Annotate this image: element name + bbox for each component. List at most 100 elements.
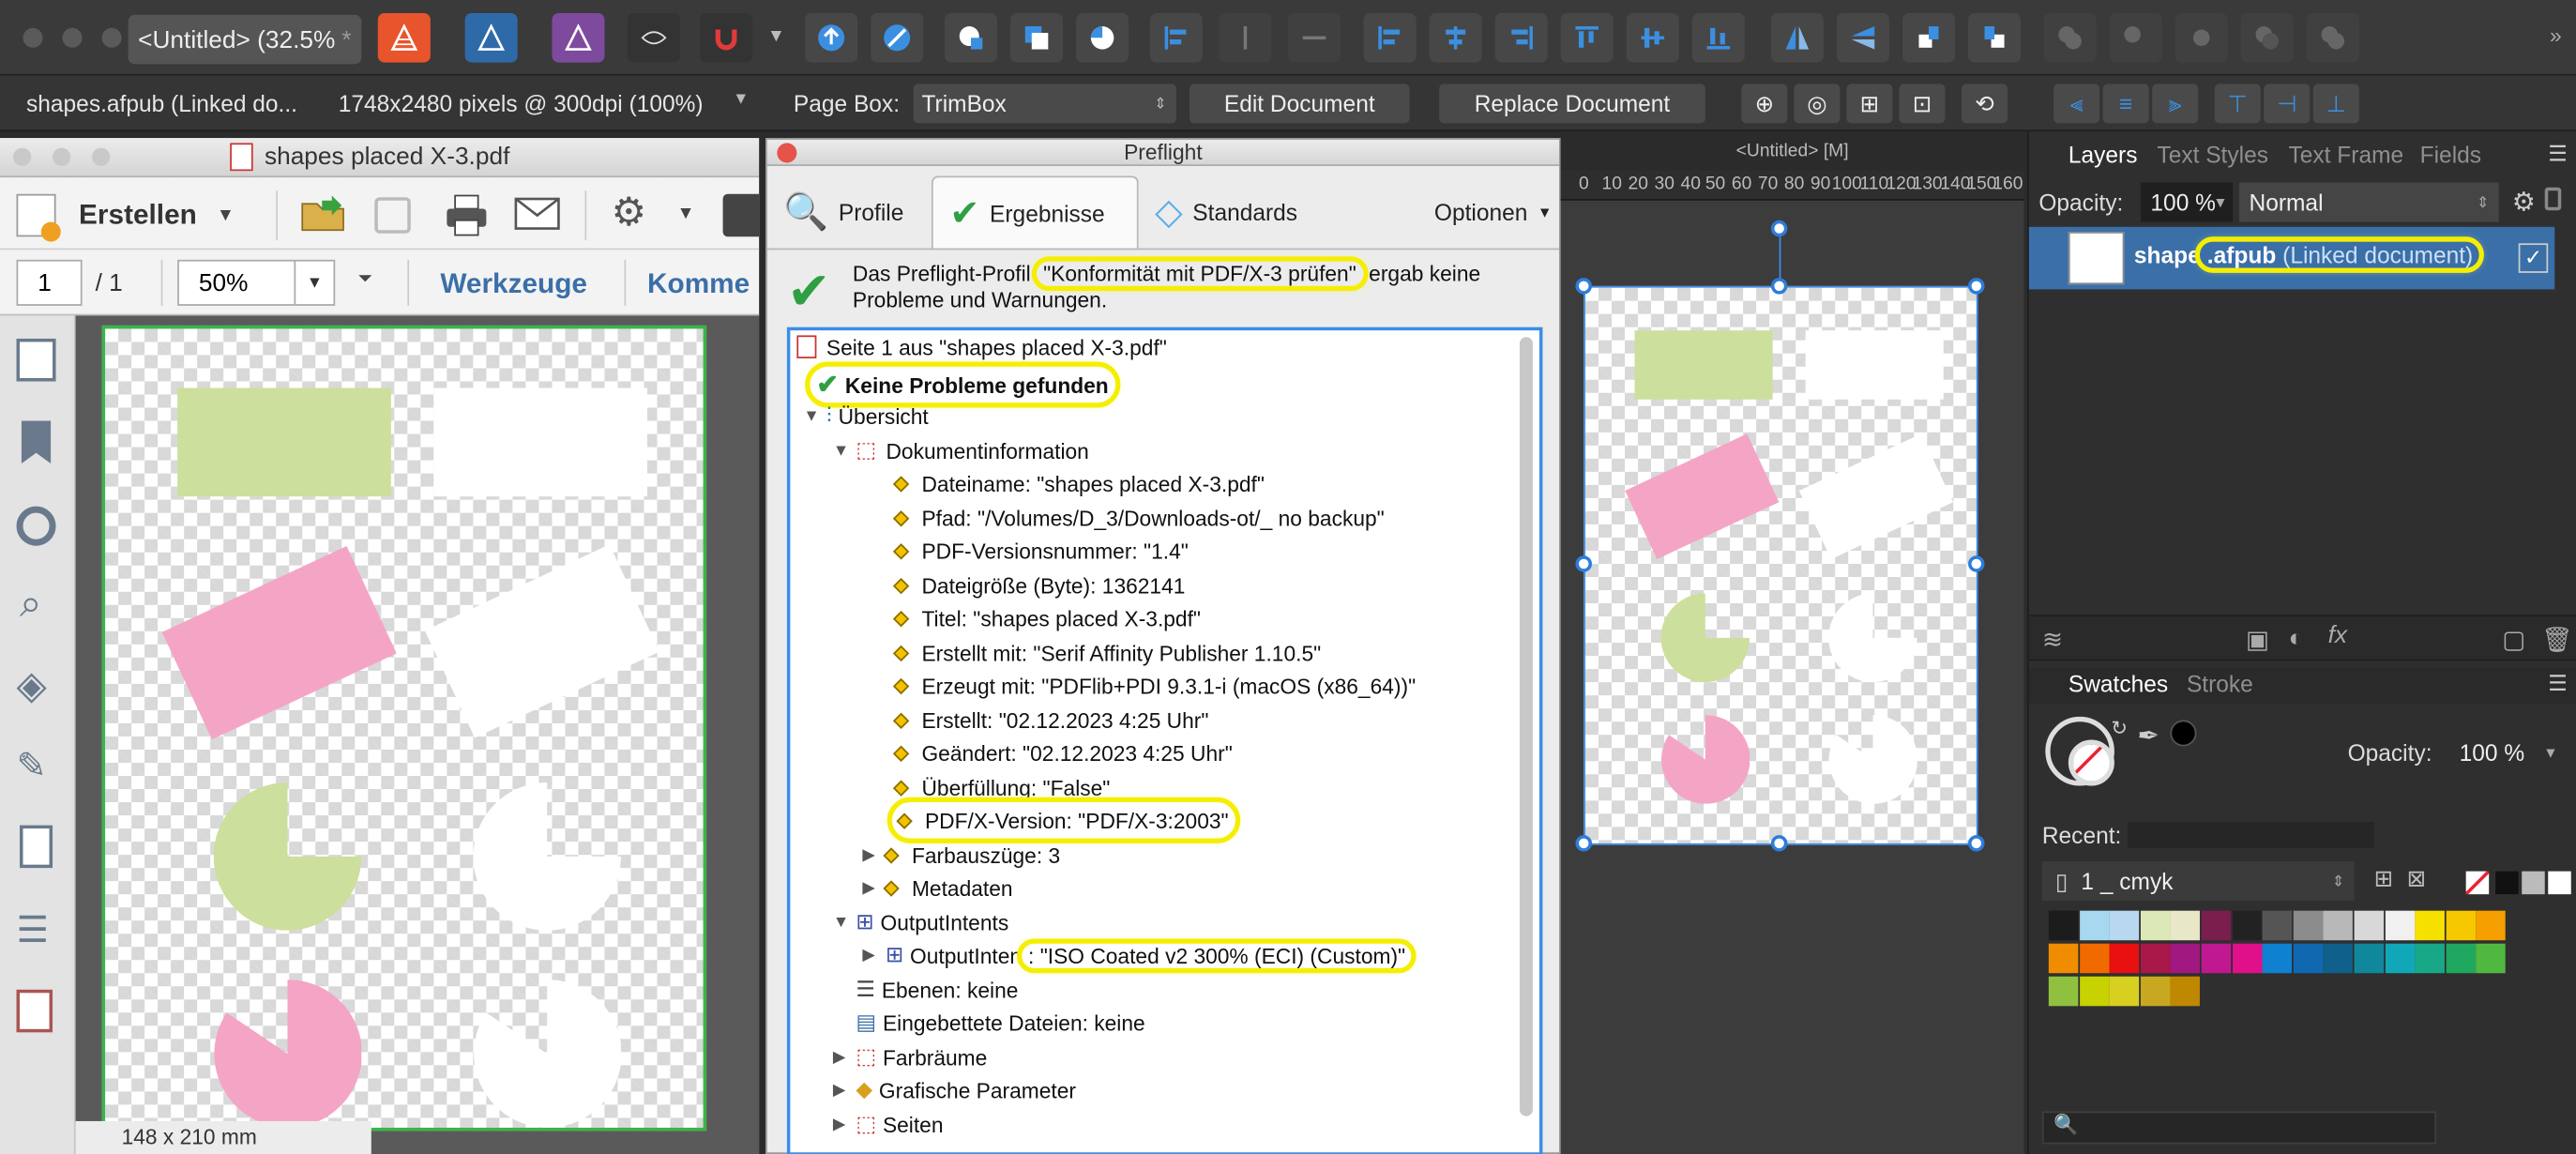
color-swatch[interactable]	[2079, 943, 2109, 974]
tree-item[interactable]: Erstellt mit: "Serif Affinity Publisher …	[892, 636, 1321, 669]
order-tree-icon[interactable]: ☰	[17, 910, 50, 950]
palette-options-icon[interactable]: ⊠	[2407, 865, 2427, 893]
palette-select[interactable]: ▯ 1 _ cmyk ⇕	[2041, 861, 2355, 902]
acrobat-zoom-button[interactable]	[92, 147, 111, 166]
color-swatch[interactable]	[2262, 910, 2293, 941]
color-swatch[interactable]	[2171, 943, 2201, 974]
tree-item[interactable]: Überfüllung: "False"	[892, 771, 1110, 804]
align-bottom-icon[interactable]	[1691, 13, 1745, 63]
edit-document-button[interactable]: Edit Document	[1189, 84, 1410, 124]
color-swatch[interactable]	[2048, 943, 2079, 974]
lock-icon[interactable]	[2544, 187, 2562, 211]
tree-color-spaces[interactable]: ▶ ⬚ Farbräume	[833, 1040, 987, 1073]
ctx-align-top-icon[interactable]: ⊤	[2214, 84, 2261, 124]
color-swatch[interactable]	[2354, 910, 2385, 941]
stroke-color-well[interactable]	[2068, 739, 2114, 786]
layer-visibility-checkbox[interactable]: ✓	[2518, 243, 2549, 273]
page-number-input[interactable]: 1	[16, 259, 83, 306]
tree-pages[interactable]: ▶ ⬚ Seiten	[833, 1108, 944, 1141]
bookmarks-icon[interactable]	[21, 420, 52, 464]
blend-mode-select[interactable]: Normal ⇕	[2238, 182, 2499, 222]
canvas-tab-title[interactable]: <Untitled> [M]	[1560, 131, 2024, 172]
color-swatch[interactable]	[2323, 943, 2354, 974]
color-swatch[interactable]	[2048, 976, 2079, 1007]
overview-expanded-icon[interactable]: ▼	[803, 407, 826, 425]
tree-no-problems[interactable]: ✔ Keine Probleme gefunden	[805, 361, 1120, 408]
adjustment-icon[interactable]: ◐	[2289, 625, 2304, 653]
tab-text-styles[interactable]: Text Styles	[2157, 142, 2268, 168]
pages-collapsed-icon[interactable]: ▶	[833, 1116, 856, 1133]
signatures-icon[interactable]	[16, 506, 56, 546]
view-options-icon[interactable]: ⏷	[358, 269, 372, 291]
swatch-search-input[interactable]: 🔍	[2041, 1111, 2437, 1145]
tree-output-intent[interactable]: ▶ ⊞ OutputInten: "ISO Coated v2 300% (ECI)…	[862, 937, 1417, 973]
ctx-align-left-icon[interactable]: ⫷	[2053, 84, 2100, 124]
color-swatch[interactable]	[2140, 943, 2171, 974]
ctx-align-right-icon[interactable]: ⫸	[2152, 84, 2199, 124]
tree-item[interactable]: Geändert: "02.12.2023 4:25 Uhr"	[892, 736, 1233, 769]
insert-frame-icon[interactable]	[1010, 13, 1064, 63]
color-swatch[interactable]	[2476, 910, 2507, 941]
doc-info-expanded-icon[interactable]: ▼	[833, 441, 856, 459]
layers-opacity-field[interactable]: 100 % ▼	[2140, 182, 2233, 222]
page-thumbnails-icon[interactable]	[16, 338, 56, 382]
color-swatch[interactable]	[2446, 943, 2476, 974]
output-intent-collapsed-icon[interactable]: ▶	[862, 946, 886, 964]
add-layer-icon[interactable]: ▢	[2502, 625, 2525, 655]
color-swatch[interactable]	[2232, 943, 2262, 974]
resize-handle[interactable]	[1770, 278, 1788, 295]
tree-doc-info[interactable]: ▼ ⬚ Dokumentinformation	[833, 434, 1089, 467]
reset-icon[interactable]: ⟲	[1962, 84, 2008, 124]
layer-stack-icon[interactable]: ≋	[2042, 625, 2063, 655]
rotate-left-icon[interactable]	[1902, 13, 1956, 63]
boolean-xor-icon[interactable]	[2240, 13, 2294, 63]
color-swatch[interactable]	[2415, 943, 2446, 974]
tab-text-frame[interactable]: Text Frame	[2289, 142, 2404, 168]
delete-layer-icon[interactable]: 🗑	[2541, 625, 2572, 655]
signature-pen-icon[interactable]: ✎	[17, 746, 47, 785]
tree-item-pdfx-version[interactable]: PDF/X-Version: "PDF/X-3:2003"	[886, 797, 1240, 843]
ctx-align-center-icon[interactable]: ≡	[2102, 84, 2149, 124]
tree-layers[interactable]: ☰ Ebenen: keine	[856, 973, 1018, 1006]
align-top-icon[interactable]	[1560, 13, 1614, 63]
palette-grid-icon[interactable]: ⊞	[2374, 865, 2394, 893]
preflight-close-button[interactable]	[777, 143, 797, 163]
color-swatch[interactable]	[2171, 976, 2201, 1007]
settings-gear-icon[interactable]: ⚙	[611, 193, 646, 234]
zoom-input[interactable]: 50% ▼	[177, 259, 336, 306]
color-swatch[interactable]	[2171, 910, 2201, 941]
color-swatch[interactable]	[2109, 943, 2140, 974]
black-swatch[interactable]	[2495, 871, 2519, 895]
color-swatch[interactable]	[2109, 910, 2140, 941]
tree-item[interactable]: PDF-Versionsnummer: "1.4"	[892, 534, 1189, 567]
results-tree[interactable]: Seite 1 aus "shapes placed X-3.pdf" ✔ Kei…	[786, 326, 1543, 1154]
close-window-button[interactable]	[23, 27, 43, 48]
tree-item[interactable]: Titel: "shapes placed X-3.pdf"	[892, 601, 1201, 634]
metadata-collapsed-icon[interactable]: ▶	[862, 879, 886, 897]
none-swatch[interactable]	[2465, 871, 2490, 895]
crop-icon[interactable]: ⊞	[1846, 84, 1893, 124]
resize-handle[interactable]	[1575, 278, 1592, 295]
open-folder-icon[interactable]	[299, 194, 349, 234]
tree-embedded-files[interactable]: ▤ Eingebettete Dateien: keine	[856, 1006, 1144, 1039]
tab-standards[interactable]: ◇ Standards	[1155, 175, 1336, 248]
preflight-icon[interactable]	[871, 13, 924, 63]
color-swatch[interactable]	[2385, 943, 2415, 974]
color-swatch[interactable]	[2385, 910, 2415, 941]
share-icon[interactable]	[805, 13, 858, 63]
color-swatch[interactable]	[2048, 910, 2079, 941]
distribute-center-icon[interactable]	[1429, 13, 1482, 63]
dimensions-dropdown-icon[interactable]: ▼	[733, 90, 749, 108]
ctx-align-bottom-icon[interactable]: ⊥	[2312, 84, 2359, 124]
acrobat-minimize-button[interactable]	[53, 147, 71, 166]
tab-swatches[interactable]: Swatches	[2068, 671, 2168, 697]
tree-scrollbar[interactable]	[1519, 337, 1533, 1116]
resize-handle[interactable]	[1968, 555, 1985, 572]
rotate-handle[interactable]	[1770, 220, 1788, 237]
resize-handle[interactable]	[1770, 835, 1788, 852]
insert-shape-icon[interactable]	[944, 13, 998, 63]
color-swatch[interactable]	[2079, 976, 2109, 1007]
align-middle-icon[interactable]	[1288, 13, 1341, 63]
resize-handle[interactable]	[1968, 278, 1985, 295]
placed-document-frame[interactable]	[1583, 285, 1978, 845]
